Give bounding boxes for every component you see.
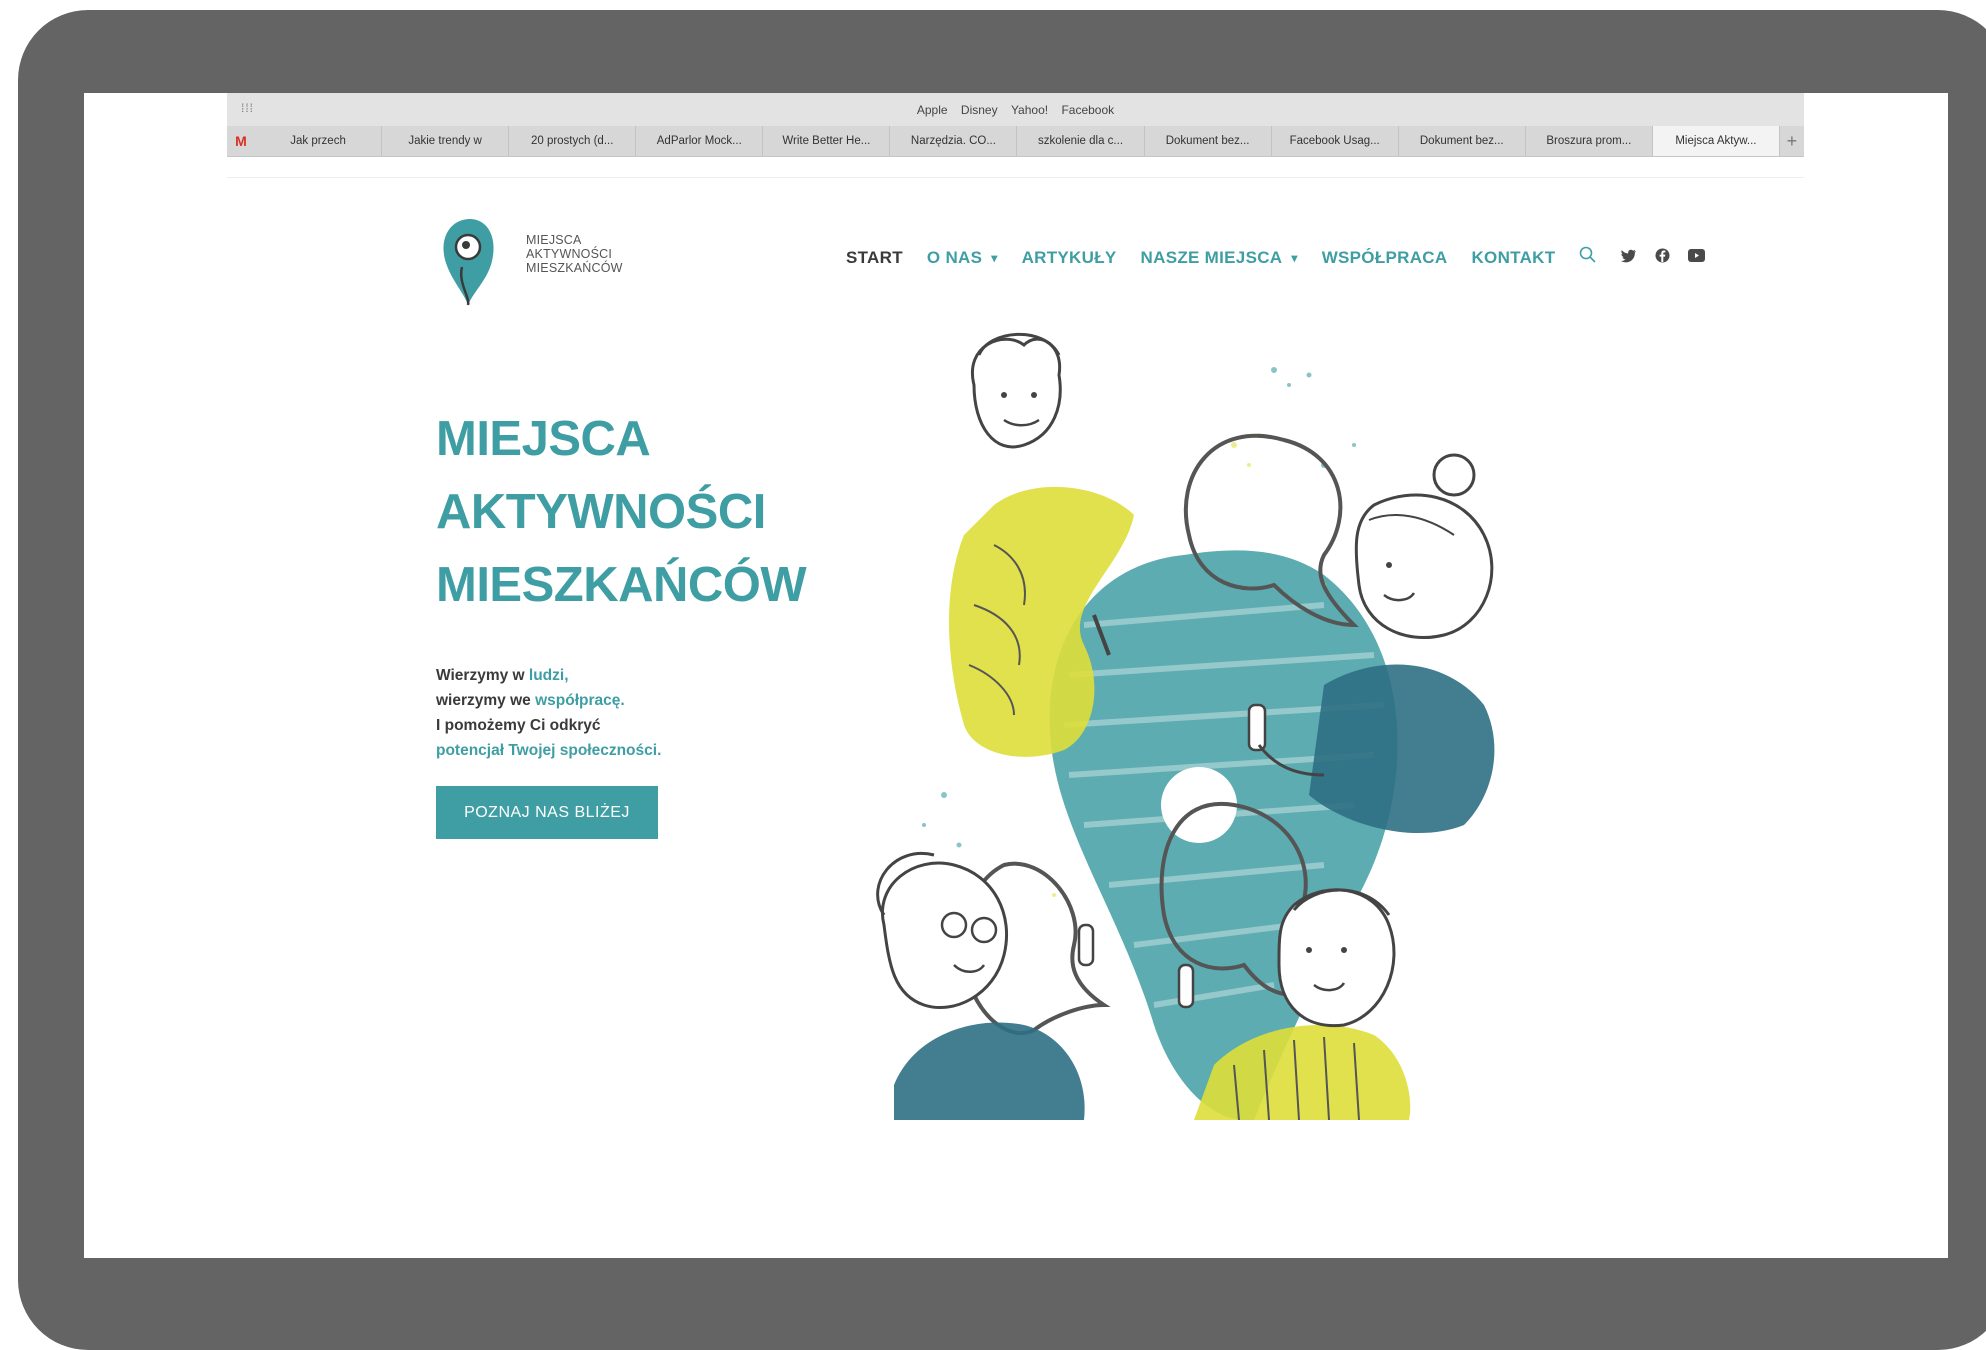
twitter-icon[interactable] [1621,249,1637,267]
browser-chrome: ⁞⁞⁞ Apple Disney Yahoo! Facebook M Jak p… [227,93,1804,157]
nav-label: NASZE MIEJSCA [1140,247,1283,267]
hero-title-line: AKTYWNOŚCI [436,485,766,539]
hero-illustration [876,332,1495,1120]
new-tab-button[interactable]: + [1780,126,1804,156]
search-icon[interactable] [1579,246,1597,269]
nav-label: O NAS [926,247,983,267]
bookmark-links: Apple Disney Yahoo! Facebook [227,103,1804,117]
screen: ⁞⁞⁞ Apple Disney Yahoo! Facebook M Jak p… [84,93,1948,1258]
nav-start[interactable]: START [846,248,903,268]
hero-text-line: I pomożemy Ci odkryć [436,717,601,734]
tab-strip: M Jak przech Jakie trendy w 20 prostych … [227,126,1804,157]
logo-line: AKTYWNOŚCI [526,247,613,261]
tab-item[interactable]: 20 prostych (d... [509,126,637,156]
header-divider [227,177,1804,178]
tab-item[interactable]: Jakie trendy w [382,126,510,156]
hero-text-highlight: potencjał Twojej społeczności. [436,742,662,759]
tab-active[interactable]: Miejsca Aktyw... [1652,126,1780,156]
facebook-icon[interactable] [1655,248,1670,267]
hero-text-line: wierzymy we współpracę. [436,688,661,713]
chevron-down-icon: ▾ [991,250,998,265]
bookmark-apple[interactable]: Apple [917,103,948,117]
hero-text-highlight: ludzi, [528,667,569,684]
bookmark-yahoo[interactable]: Yahoo! [1011,103,1048,117]
hero-text-plain: Wierzymy w [436,667,529,684]
tab-item[interactable]: Broszura prom... [1526,126,1653,156]
gmail-icon[interactable]: M [227,126,255,156]
tab-item[interactable]: Dokument bez... [1145,126,1272,156]
tab-item[interactable]: Write Better He... [763,126,891,156]
hero-text: Wierzymy w ludzi, wierzymy we współpracę… [436,663,661,763]
logo-text[interactable]: MIEJSCA AKTYWNOŚCI MIESZKAŃCÓW [526,233,623,275]
bookmarks-bar: ⁞⁞⁞ Apple Disney Yahoo! Facebook [227,93,1804,126]
nav-o-nas[interactable]: O NAS ▾ [927,248,998,268]
poznaj-nas-button[interactable]: POZNAJ NAS BLIŻEJ [436,786,658,839]
bookmark-disney[interactable]: Disney [961,103,998,117]
logo-line: MIEJSCA [526,233,582,247]
tab-item[interactable]: AdParlor Mock... [636,126,764,156]
nav-artykuly[interactable]: ARTYKUŁY [1022,248,1117,268]
hero-text-line: Wierzymy w ludzi, [436,663,661,688]
tab-item[interactable]: Narzędzia. CO... [890,126,1018,156]
hero-text-highlight: współpracę. [535,692,625,709]
tab-item[interactable]: Jak przech [255,126,383,156]
tab-item[interactable]: Dokument bez... [1399,126,1526,156]
bookmark-facebook[interactable]: Facebook [1061,103,1114,117]
tab-item[interactable]: szkolenie dla c... [1017,126,1145,156]
logo-line: MIESZKAŃCÓW [526,261,623,275]
main-nav: START O NAS ▾ ARTYKUŁY NASZE MIEJSCA ▾ WSP… [846,246,1723,269]
youtube-icon[interactable] [1688,249,1706,266]
nav-wspolpraca[interactable]: WSPÓŁPRACA [1322,248,1448,268]
nav-nasze-miejsca[interactable]: NASZE MIEJSCA ▾ [1141,248,1298,268]
nav-kontakt[interactable]: KONTAKT [1471,248,1555,268]
hero-text-plain: wierzymy we [436,692,536,709]
tab-item[interactable]: Facebook Usag... [1272,126,1399,156]
hero-title-line: MIEJSCA [436,412,651,466]
hero-title: MIEJSCA AKTYWNOŚCI MIESZKAŃCÓW [436,403,807,622]
chevron-down-icon: ▾ [1291,250,1298,265]
hero-title-line: MIESZKAŃCÓW [436,558,807,612]
